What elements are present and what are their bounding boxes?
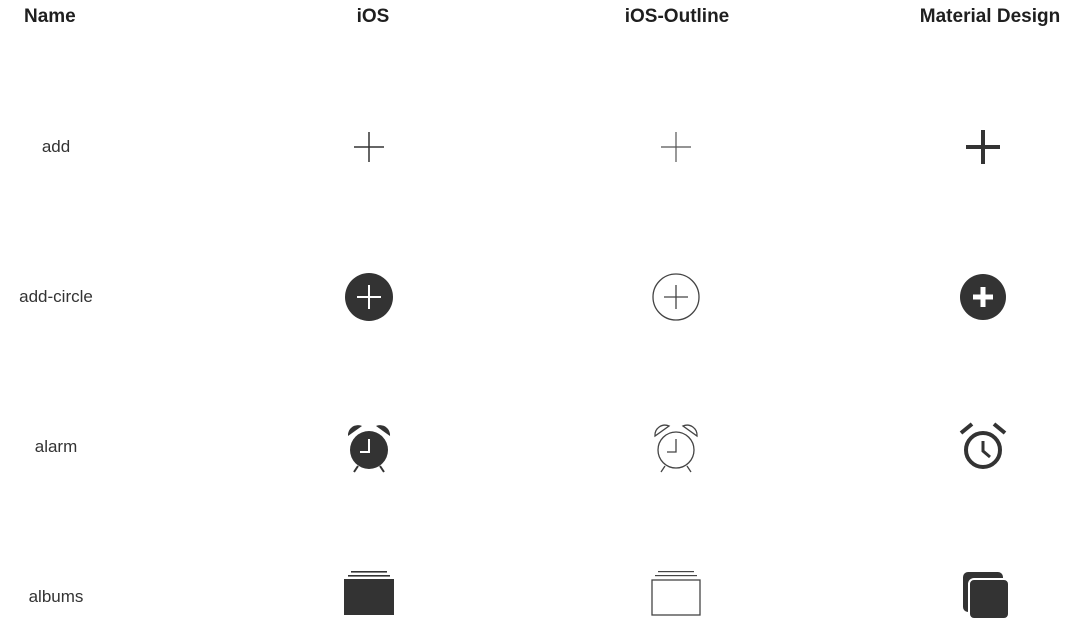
row-name: add [41,137,71,156]
icon-comparison-table: Name iOS iOS-Outline Material Design add… [0,0,1086,620]
albums-material-icon [953,567,1013,627]
column-header-ios: iOS [356,6,390,27]
row-name: add-circle [19,287,93,306]
table-row-add-circle: add-circle [0,267,1086,327]
row-name: albums [28,587,84,606]
column-header-ios-outline: iOS-Outline [624,6,730,27]
row-name: alarm [34,437,78,456]
table-row-albums: albums [0,567,1086,627]
add-circle-outline-icon [646,267,706,327]
column-header-name: Name [24,6,76,27]
add-material-icon [953,117,1013,177]
albums-icon [339,567,399,627]
add-outline-icon [646,117,706,177]
alarm-material-icon [953,417,1013,477]
albums-outline-icon [646,567,706,627]
alarm-outline-icon [646,417,706,477]
table-row-alarm: alarm [0,417,1086,477]
add-circle-material-icon [953,267,1013,327]
add-circle-icon [339,267,399,327]
table-row-add: add [0,117,1086,177]
column-header-material: Material Design [919,6,1061,27]
alarm-icon [339,417,399,477]
add-icon [339,117,399,177]
